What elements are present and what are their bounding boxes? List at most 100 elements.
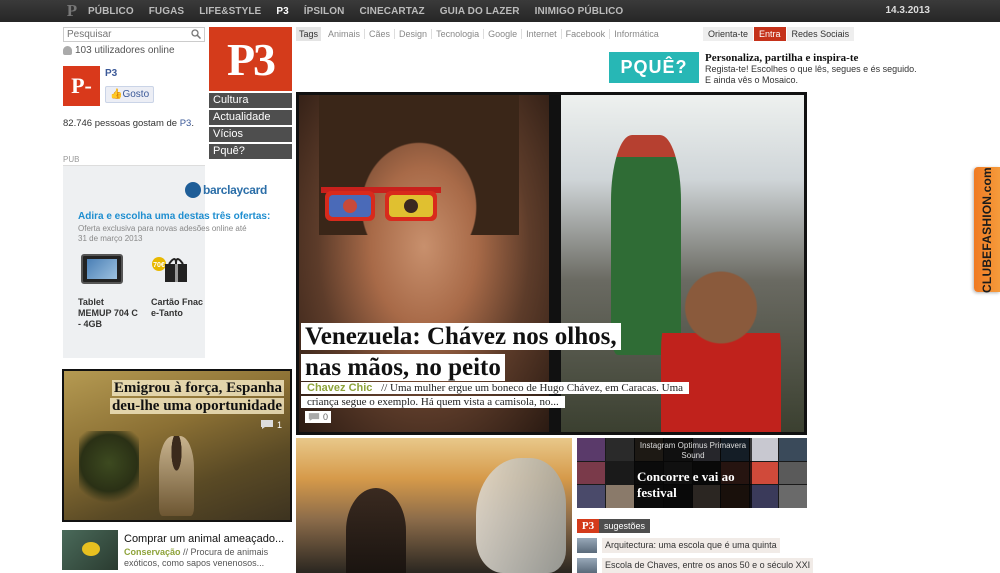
hero-title[interactable]: Venezuela: Chávez nos olhos, nas mãos, n… [301,321,621,383]
pque-promo-title[interactable]: Personaliza, partilha e inspira-te [705,52,858,64]
comment-icon [308,413,320,421]
tags-label: Tags [296,27,322,41]
sugestao-thumbnail [577,558,597,573]
hero-description: Chavez Chic // Uma mulher ergue um bonec… [301,381,701,409]
p3-facebook-avatar[interactable]: P- [63,66,100,106]
nav-fugas[interactable]: FUGAS [149,6,185,17]
like-label: Gosto [122,89,150,100]
pque-promo-text: Regista-te! Escolhes o que lês, segues e… [705,64,917,85]
nav-lifestyle[interactable]: LIFE&STYLE [199,6,261,17]
gift-badge: 70€ [153,262,165,269]
facebook-like-count: 82.746 pessoas gostam de P3. [63,118,194,129]
tag-google[interactable]: Google [484,29,523,39]
sugestao-title[interactable]: Escola de Chaves, entre os anos 50 e o s… [602,558,814,573]
menu-item-cultura[interactable]: Cultura [209,93,292,108]
p3-logo[interactable]: P3 [209,27,292,91]
chavez-glasses-image [321,187,441,221]
ad-item-tablet: Tablet MEMUP 704 C - 4GB [78,297,138,329]
search-input[interactable] [64,28,184,41]
tags-bar: Tags Animais Cães Design Tecnologia Goog… [296,27,663,41]
thumbs-up-icon: 👍 [110,89,123,100]
tablet-image [81,254,123,284]
hero-comments[interactable]: 0 [305,411,332,423]
tag-internet[interactable]: Internet [522,29,562,39]
top-navigation-bar: P PÚBLICO FUGAS LIFE&STYLE P3 ÍPSILON CI… [0,0,1000,22]
sugestao-item[interactable]: Arquitectura: uma escola que é uma quint… [577,538,817,553]
ad-headline: Adira e escolha uma destas três ofertas: [78,211,271,222]
clubefashion-label: CLUBEFASHION.com [980,166,995,293]
sugestao-thumbnail [577,538,597,553]
story-animal-desc: Conservação // Procura de animais exótic… [124,547,294,569]
statue-face-shape [476,458,566,573]
comment-count: 1 [276,419,282,430]
pque-logo[interactable]: PQUÊ? [609,52,699,83]
search-box [63,27,205,42]
hero-comment-count: 0 [323,412,329,422]
tag-informatica[interactable]: Informática [610,29,663,39]
nav-ipsilon[interactable]: ÍPSILON [304,6,345,17]
facebook-widget: P- P3 👍Gosto 82.746 pessoas gostam de P3… [63,62,205,162]
facebook-page-name[interactable]: P3 [105,68,117,79]
nav-cinecartaz[interactable]: CINECARTAZ [359,6,424,17]
tag-animais[interactable]: Animais [324,29,366,39]
barclaycard-logo: barclaycard [185,182,267,198]
orienta-te-link[interactable]: Orienta-te [703,27,754,41]
hero-story[interactable]: Venezuela: Chávez nos olhos, nas mãos, n… [296,92,807,435]
menu-item-pque[interactable]: Pquê? [209,144,292,159]
tag-facebook[interactable]: Facebook [562,29,611,39]
hero-title-line2: nas mãos, no peito [301,354,505,381]
sugestoes-header: P3 sugestões [577,519,651,533]
eagle-icon [185,182,201,198]
story-emigrou-title-line2: deu-lhe uma oportunidade [109,398,284,414]
story-animal[interactable]: Comprar um animal ameaçado... Conservaçã… [62,530,292,573]
login-button[interactable]: Entra [754,27,786,41]
redes-sociais-link[interactable]: Redes Sociais [786,27,855,41]
story-animal-title[interactable]: Comprar um animal ameaçado... [124,533,284,545]
section-menu: Cultura Actualidade Vícios Pquê? [209,93,292,161]
menu-item-vicios[interactable]: Vícios [209,127,292,142]
sugestoes-label: sugestões [599,519,651,533]
nav-guia-do-lazer[interactable]: GUIA DO LAZER [440,6,520,17]
publico-logo[interactable]: P [60,0,84,22]
nav-p3[interactable]: P3 [276,6,288,17]
current-date: 14.3.2013 [885,5,931,16]
search-icon[interactable] [191,29,201,39]
girl-image [159,436,194,516]
instagram-promo-subtitle: Instagram Optimus Primavera Sound [639,441,747,460]
story-emigrou-title-line1: Emigrou à força, Espanha [111,380,284,396]
like-count-text: 82.746 pessoas gostam de [63,118,180,129]
story-image-sunset-face[interactable] [296,438,572,573]
menu-item-actualidade[interactable]: Actualidade [209,110,292,125]
top-nav: PÚBLICO FUGAS LIFE&STYLE P3 ÍPSILON CINE… [88,6,638,17]
nav-publico[interactable]: PÚBLICO [88,6,134,17]
hero-category[interactable]: Chavez Chic [304,382,376,394]
users-online: 103 utilizadores online [63,45,175,56]
story-emigrou-comments[interactable]: 1 [260,419,282,430]
barclaycard-ad[interactable]: barclaycard Adira e escolha uma destas t… [63,165,270,358]
story-emigrou-title[interactable]: Emigrou à força, Espanha deu-lhe uma opo… [109,379,284,415]
tag-design[interactable]: Design [395,29,433,39]
ad-item-fnac: Cartão Fnac e-Tanto [151,297,204,318]
clubefashion-side-tab[interactable]: CLUBEFASHION.com [974,167,1000,292]
barclaycard-brand: barclaycard [203,183,268,197]
p3-mini-logo: P3 [577,519,599,533]
tag-caes[interactable]: Cães [365,29,396,39]
sugestao-item[interactable]: Escola de Chaves, entre os anos 50 e o s… [577,558,817,573]
like-count-link[interactable]: P3 [180,118,192,129]
user-icon [63,46,72,55]
users-online-text: 103 utilizadores online [75,45,175,56]
pub-label: PUB [63,155,80,164]
frog-thumbnail[interactable] [62,530,118,570]
story-emigrou[interactable]: Emigrou à força, Espanha deu-lhe uma opo… [62,369,292,522]
tag-tecnologia[interactable]: Tecnologia [432,29,485,39]
comment-icon [260,420,273,429]
nav-inimigo-publico[interactable]: INIMIGO PÚBLICO [535,6,624,17]
instagram-promo[interactable]: Instagram Optimus Primavera Sound Concor… [577,438,807,508]
sugestao-title[interactable]: Arquitectura: uma escola que é uma quint… [602,538,780,553]
church-dome-shape [346,488,406,573]
hero-title-line1: Venezuela: Chávez nos olhos, [301,323,621,350]
like-count-suffix: . [191,118,194,129]
facebook-like-button[interactable]: 👍Gosto [105,86,155,103]
story-animal-category[interactable]: Conservação [124,547,181,557]
instagram-promo-title[interactable]: Concorre e vai ao festival [637,469,757,501]
